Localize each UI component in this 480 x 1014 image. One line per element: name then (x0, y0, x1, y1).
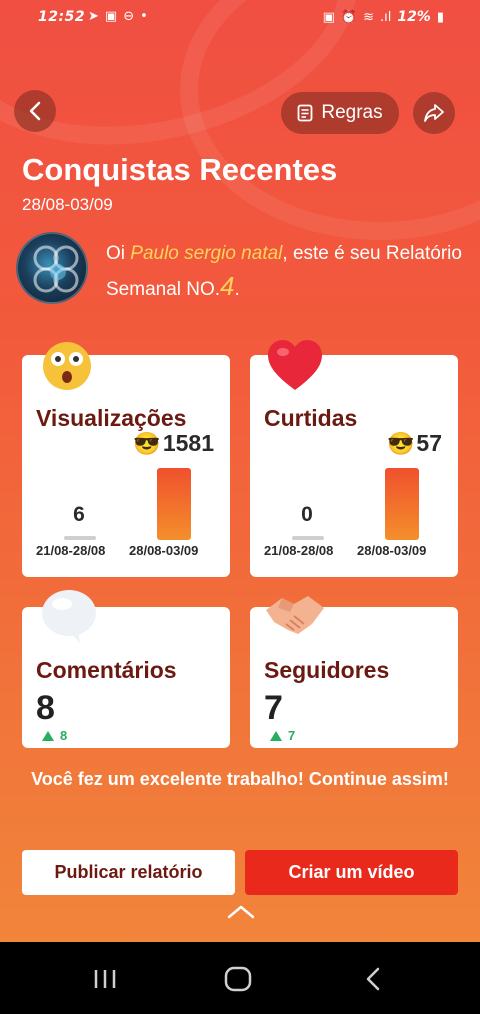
up-arrow-icon (270, 730, 282, 741)
surprised-face-icon (43, 342, 91, 390)
views-prev-period: 21/08-28/08 (36, 543, 106, 558)
comments-label: Comentários (36, 657, 177, 683)
handshake-icon (266, 596, 324, 634)
likes-previous: 0 (301, 503, 313, 526)
back-button[interactable] (14, 90, 56, 132)
system-icons: ▣ ⏰ ≋ .ıl 12% ▮ (323, 9, 444, 25)
share-button[interactable] (413, 92, 455, 134)
back-nav-icon[interactable] (364, 966, 382, 992)
battery-icon: ▮ (436, 9, 444, 25)
views-current: 1581 (162, 430, 214, 456)
heart-icon (268, 340, 322, 390)
rules-label: Regras (321, 102, 383, 123)
avatar-art (33, 245, 79, 293)
comments-count: 8 (36, 689, 55, 727)
avatar (16, 232, 88, 304)
likes-prev-period: 21/08-28/08 (264, 543, 334, 558)
system-nav-bar (0, 942, 480, 1014)
greeting-suffix: . (234, 279, 240, 300)
comments-delta-value: 8 (60, 728, 68, 743)
sunglasses-emoji-icon: 😎 (133, 430, 161, 456)
views-cur-period: 28/08-03/09 (129, 543, 199, 558)
likes-cur-period: 28/08-03/09 (357, 543, 427, 558)
share-icon (424, 104, 444, 122)
greeting-prefix: Oi (106, 243, 131, 264)
comments-delta: 8 (42, 728, 67, 743)
sunglasses-emoji-icon: 😎 (387, 430, 415, 456)
views-current-value: 😎 1581 (133, 430, 214, 457)
report-screen: 12:52 ➤ ▣ ⊖ • ▣ ⏰ ≋ .ıl 12% ▮ Regras Con… (0, 0, 480, 942)
page-title: Conquistas Recentes (22, 152, 338, 187)
status-bar: 12:52 ➤ ▣ ⊖ • ▣ ⏰ ≋ .ıl 12% ▮ (0, 0, 480, 38)
dnd-icon: ⊖ (123, 9, 135, 24)
likes-current-value: 😎 57 (387, 430, 442, 457)
speech-bubble-icon (42, 590, 96, 643)
rules-icon (297, 104, 313, 122)
followers-count: 7 (264, 689, 283, 727)
views-label: Visualizações (36, 405, 187, 431)
chevron-up-icon[interactable] (226, 902, 256, 922)
home-nav-icon[interactable] (224, 966, 252, 992)
battery-percent: 12% (397, 9, 431, 25)
likes-current-bar (385, 468, 419, 540)
status-time: 12:52 (38, 9, 86, 25)
up-arrow-icon (42, 730, 54, 741)
views-previous-bar (64, 536, 96, 540)
likes-label: Curtidas (264, 405, 358, 431)
signal-icon: .ıl (379, 9, 392, 25)
views-current-bar (157, 468, 191, 540)
likes-current: 57 (416, 430, 442, 456)
greeting-text: Oi Paulo sergio natal, este é seu Relató… (106, 238, 466, 306)
user-name: Paulo sergio natal (130, 243, 283, 264)
dot-icon: • (140, 9, 148, 24)
facebook-icon: ▣ (104, 9, 118, 24)
views-previous: 6 (73, 503, 85, 526)
report-number: 4 (220, 271, 235, 301)
likes-previous-bar (292, 536, 324, 540)
notification-icons: ➤ ▣ ⊖ • (88, 9, 148, 24)
wifi-icon: ≋ (363, 9, 374, 25)
create-video-button[interactable]: Criar um vídeo (245, 850, 458, 895)
telegram-icon: ➤ (88, 9, 99, 24)
lock-icon: ▣ (322, 9, 335, 25)
publish-report-button[interactable]: Publicar relatório (22, 850, 235, 895)
followers-label: Seguidores (264, 657, 390, 683)
recents-nav-icon[interactable] (92, 968, 118, 990)
rules-button[interactable]: Regras (281, 92, 399, 134)
followers-delta-value: 7 (288, 728, 296, 743)
back-icon (29, 101, 41, 121)
alarm-icon: ⏰ (340, 9, 358, 25)
encouragement-message: Você fez um excelente trabalho! Continue… (31, 769, 449, 789)
date-range: 28/08-03/09 (22, 195, 113, 214)
followers-delta: 7 (270, 728, 295, 743)
